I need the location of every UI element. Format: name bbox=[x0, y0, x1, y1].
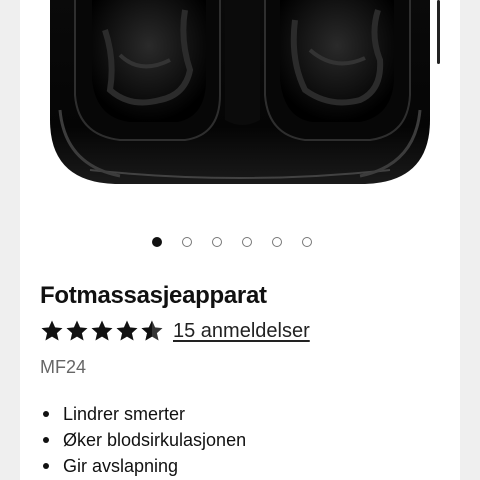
image-carousel-dots bbox=[152, 235, 312, 249]
feature-text: Øker blodsirkulasjonen bbox=[63, 430, 247, 450]
product-title: Fotmassasjeapparat bbox=[40, 282, 267, 309]
feature-item: Lindrer smerter bbox=[40, 401, 246, 427]
carousel-dot-4[interactable] bbox=[242, 237, 252, 247]
carousel-dot-1[interactable] bbox=[152, 237, 162, 247]
star-icon bbox=[91, 320, 113, 341]
carousel-dot-5[interactable] bbox=[272, 237, 282, 247]
star-icon bbox=[41, 320, 63, 341]
scroll-indicator[interactable] bbox=[437, 0, 440, 64]
carousel-dot-2[interactable] bbox=[182, 237, 192, 247]
feature-list: Lindrer smerter Øker blodsirkulasjonen G… bbox=[40, 401, 246, 479]
bullet-icon bbox=[43, 463, 49, 469]
half-star-icon bbox=[141, 320, 163, 341]
feature-text: Gir avslapning bbox=[63, 456, 179, 476]
bullet-icon bbox=[43, 437, 49, 443]
carousel-dot-3[interactable] bbox=[212, 237, 222, 247]
product-sku: MF24 bbox=[40, 357, 87, 377]
product-rating: 15 anmeldelser bbox=[40, 317, 310, 345]
star-icon bbox=[116, 320, 138, 341]
product-image[interactable] bbox=[20, 0, 460, 205]
star-icon bbox=[66, 320, 88, 341]
feature-item: Gir avslapning bbox=[40, 453, 246, 479]
feature-item: Øker blodsirkulasjonen bbox=[40, 427, 246, 453]
feature-text: Lindrer smerter bbox=[63, 404, 186, 424]
carousel-dot-6[interactable] bbox=[302, 237, 312, 247]
foot-massager-image bbox=[50, 0, 430, 184]
rating-stars bbox=[40, 319, 164, 343]
reviews-link[interactable]: 15 anmeldelser bbox=[173, 320, 310, 343]
bullet-icon bbox=[43, 411, 49, 417]
